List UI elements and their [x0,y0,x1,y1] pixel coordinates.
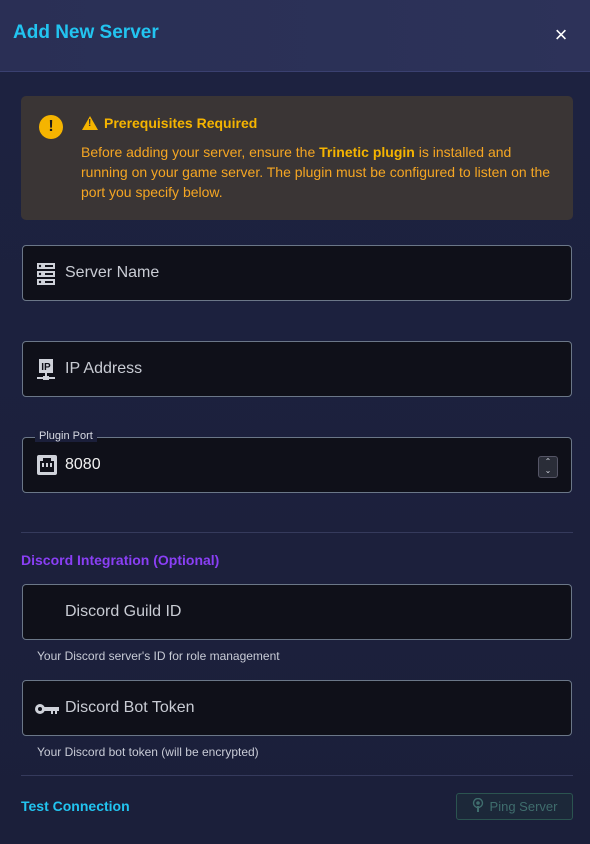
server-name-placeholder: Server Name [65,264,160,281]
port-stepper[interactable]: ⌃ ⌄ [538,456,558,478]
section-divider-2 [21,775,573,776]
ping-server-label: Ping Server [489,799,558,814]
ip-icon: IP [37,359,55,386]
guild-id-help: Your Discord server's ID for role manage… [37,649,280,663]
key-icon [35,702,59,720]
plugin-port-field[interactable]: Plugin Port 8080 ⌃ ⌄ [22,430,572,493]
server-name-field[interactable]: Server Name [22,245,572,301]
svg-text:IP: IP [41,362,51,373]
bot-token-help: Your Discord bot token (will be encrypte… [37,745,259,759]
prerequisites-title: ! Prerequisites Required [82,115,257,131]
prerequisites-text: Before adding your server, ensure the Tr… [81,142,561,202]
warning-circle-icon: ! [39,115,63,139]
ip-address-field[interactable]: IP IP Address [22,341,572,397]
test-connection-title: Test Connection [21,798,130,814]
prereq-text-before: Before adding your server, ensure the [81,144,320,160]
plugin-port-label: Plugin Port [35,430,97,442]
discord-section-title: Discord Integration (Optional) [21,552,220,568]
plugin-port-value: 8080 [65,456,101,473]
dialog-title: Add New Server [13,22,159,43]
warning-triangle-icon: ! [82,116,98,130]
server-icon [37,263,55,290]
discord-guild-id-field[interactable]: Discord Guild ID [22,584,572,640]
dialog-header: Add New Server × [0,0,590,72]
discord-bot-token-field[interactable]: Discord Bot Token [22,680,572,736]
ping-server-button[interactable]: Ping Server [456,793,573,820]
discord-bot-token-placeholder: Discord Bot Token [65,699,195,716]
discord-guild-id-placeholder: Discord Guild ID [65,603,182,620]
ip-address-placeholder: IP Address [65,360,143,377]
podcast-icon [472,797,484,815]
ethernet-port-icon [37,455,57,480]
prereq-highlight: Trinetic plugin [319,144,415,160]
close-icon[interactable]: × [551,24,571,46]
prerequisites-title-text: Prerequisites Required [104,115,258,131]
section-divider [21,532,573,533]
